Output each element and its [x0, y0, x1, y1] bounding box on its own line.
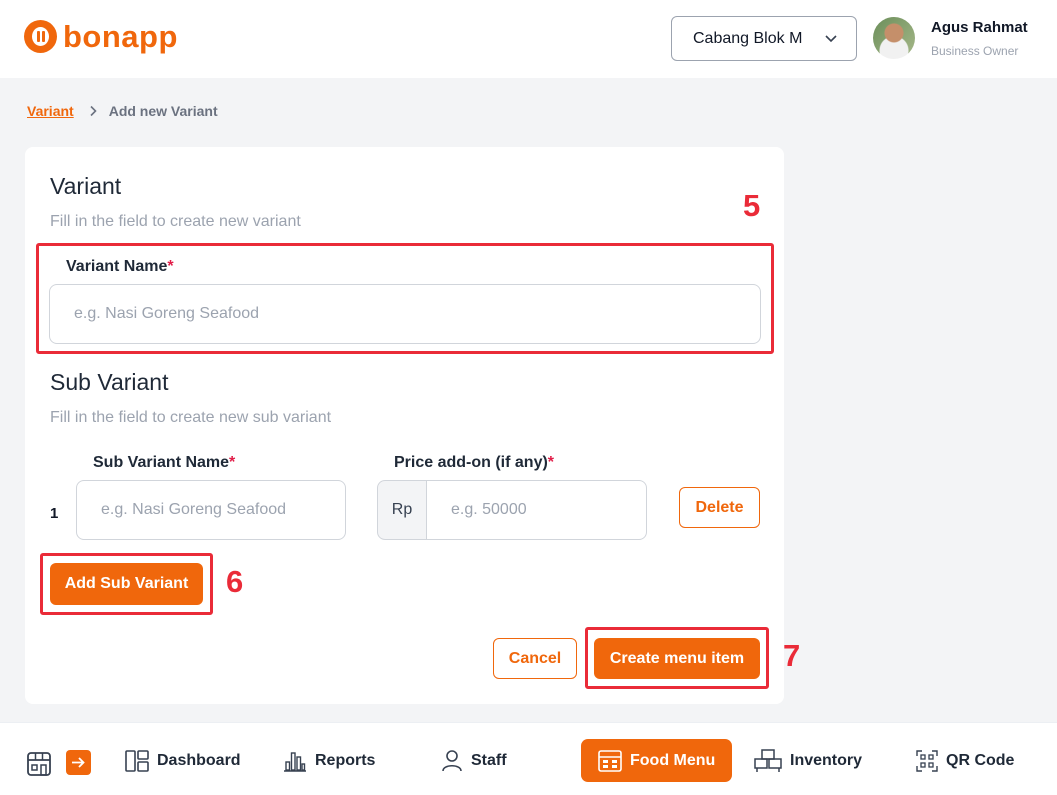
currency-prefix: Rp	[377, 480, 427, 540]
nav-dashboard[interactable]: Dashboard	[125, 739, 241, 782]
annotation-number-5: 5	[743, 188, 761, 223]
avatar[interactable]	[873, 17, 915, 59]
expand-sidebar-button[interactable]	[66, 750, 91, 775]
nav-inventory-label: Inventory	[790, 751, 863, 769]
nav-food-menu[interactable]: Food Menu	[581, 739, 733, 782]
logo-text: bonapp	[63, 19, 178, 54]
sub-variant-name-input[interactable]	[76, 480, 346, 540]
required-mark: *	[547, 454, 555, 471]
person-icon	[442, 749, 462, 771]
breadcrumb-link-variant[interactable]: Variant	[27, 103, 74, 119]
price-addon-label-text: Price add-on (if any)	[394, 454, 548, 471]
inventory-icon	[754, 748, 782, 772]
annotation-number-6: 6	[226, 564, 244, 599]
annotation-number-7: 7	[783, 638, 801, 673]
chevron-down-icon	[825, 35, 837, 43]
variant-section-subtitle: Fill in the field to create new variant	[50, 213, 301, 230]
arrow-right-icon	[72, 757, 85, 768]
price-addon-input[interactable]	[426, 480, 647, 540]
create-menu-item-button[interactable]: Create menu item	[594, 638, 760, 679]
nav-qr-code-label: QR Code	[946, 751, 1015, 769]
sub-variant-name-label: Sub Variant Name*	[93, 454, 235, 472]
nav-reports[interactable]: Reports	[283, 739, 375, 782]
qr-code-icon	[916, 749, 938, 772]
nav-staff-label: Staff	[471, 751, 507, 769]
sub-variant-section-subtitle: Fill in the field to create new sub vari…	[50, 409, 332, 426]
user-name: Agus Rahmat	[931, 19, 1028, 36]
sub-variant-section-title: Sub Variant	[50, 369, 169, 395]
bottom-navigation: Dashboard Reports Staff Food Menu Invent…	[0, 722, 1057, 795]
breadcrumb-current: Add new Variant	[108, 103, 218, 119]
nav-qr-code[interactable]: QR Code	[916, 739, 1014, 782]
cancel-button[interactable]: Cancel	[493, 638, 577, 679]
food-menu-icon	[598, 749, 622, 772]
nav-staff[interactable]: Staff	[441, 739, 507, 782]
sub-variant-name-label-text: Sub Variant Name	[93, 454, 230, 471]
required-mark: *	[229, 454, 236, 471]
add-sub-variant-button[interactable]: Add Sub Variant	[50, 563, 203, 605]
variant-name-input[interactable]	[49, 284, 761, 344]
branch-selector[interactable]: Cabang Blok M	[671, 16, 857, 61]
price-addon-label: Price add-on (if any)*	[394, 454, 554, 472]
nav-food-menu-label: Food Menu	[630, 751, 716, 769]
variant-section-title: Variant	[50, 173, 122, 199]
breadcrumb: Variant Add new Variant	[27, 103, 218, 119]
required-mark: *	[167, 258, 174, 275]
branch-selector-label: Cabang Blok M	[693, 29, 803, 47]
dashboard-icon	[125, 749, 149, 772]
store-icon[interactable]	[26, 751, 52, 777]
delete-sub-variant-button[interactable]: Delete	[679, 487, 760, 528]
user-role: Business Owner	[931, 44, 1019, 58]
logo-mark-icon	[24, 20, 57, 53]
sub-variant-row-index: 1	[50, 505, 59, 522]
bar-chart-icon	[284, 751, 306, 772]
nav-inventory[interactable]: Inventory	[754, 739, 862, 782]
top-header: bonapp Cabang Blok M Agus Rahmat Busines…	[0, 0, 1057, 78]
variant-name-label-text: Variant Name	[66, 258, 168, 275]
chevron-right-icon	[90, 105, 97, 117]
variant-name-label: Variant Name*	[66, 258, 174, 276]
bonapp-logo[interactable]: bonapp	[24, 20, 178, 53]
nav-dashboard-label: Dashboard	[157, 751, 241, 769]
nav-reports-label: Reports	[315, 751, 376, 769]
